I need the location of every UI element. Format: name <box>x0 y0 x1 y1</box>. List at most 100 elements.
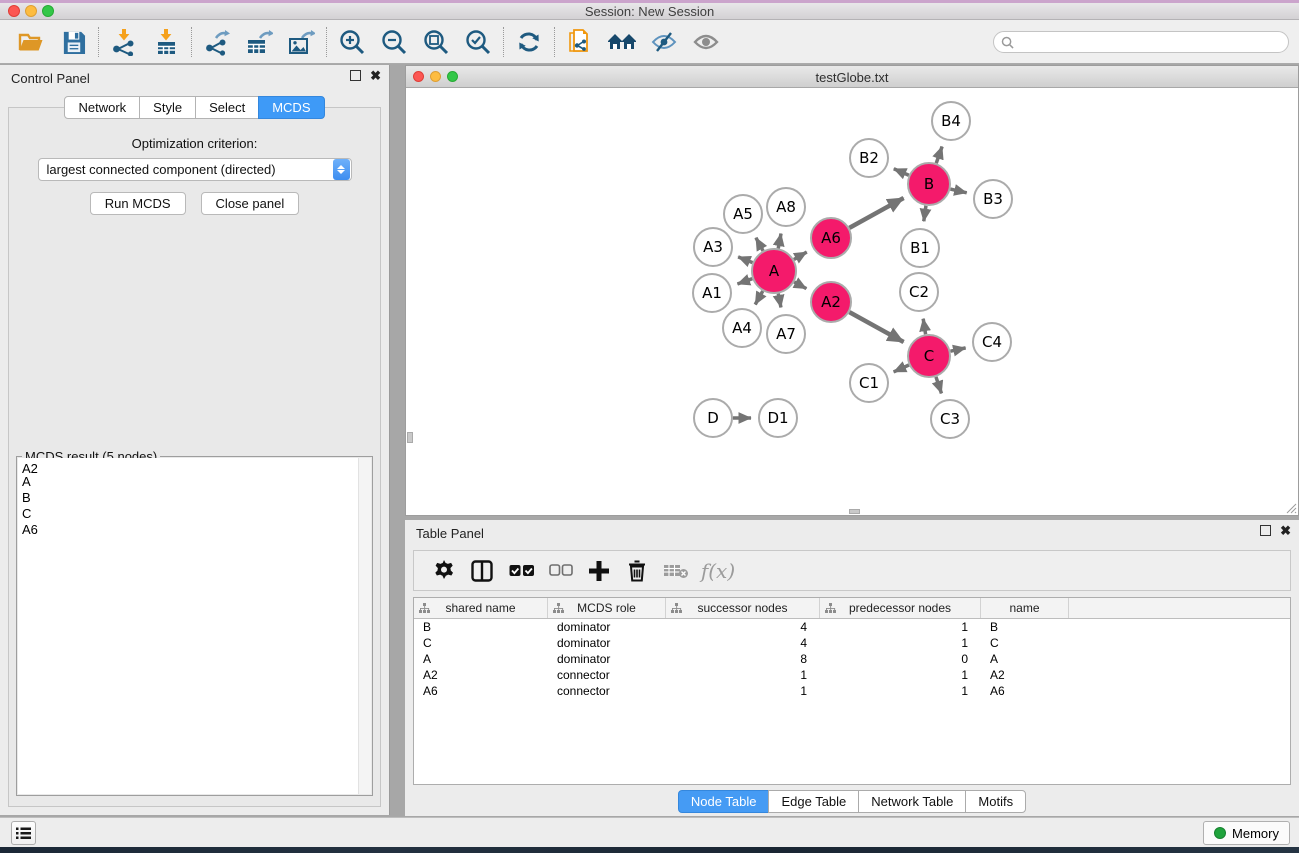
graph-node-C[interactable]: C <box>908 335 950 377</box>
control-tab-mcds[interactable]: MCDS <box>258 96 324 119</box>
tab-edge-table[interactable]: Edge Table <box>768 790 859 813</box>
table-cell[interactable]: dominator <box>548 635 666 651</box>
network-horizontal-scroll-thumb[interactable] <box>849 509 860 514</box>
open-folder-icon[interactable] <box>10 24 52 60</box>
mcds-result-list[interactable]: A2ABCA6 <box>18 458 371 794</box>
export-table-icon[interactable] <box>238 24 280 60</box>
table-row[interactable]: A2connector11A2 <box>414 667 1290 683</box>
float-table-panel-icon[interactable] <box>1260 525 1271 536</box>
graph-node-A2[interactable]: A2 <box>811 282 851 322</box>
graph-node-C1[interactable]: C1 <box>850 364 888 402</box>
graph-edge-C-C3[interactable] <box>936 377 942 394</box>
zoom-fit-icon[interactable] <box>415 24 457 60</box>
import-table-icon[interactable] <box>145 24 187 60</box>
graph-node-B4[interactable]: B4 <box>932 102 970 140</box>
network-vertical-scroll-thumb[interactable] <box>407 432 413 443</box>
memory-button[interactable]: Memory <box>1203 821 1290 845</box>
graph-node-A7[interactable]: A7 <box>767 315 805 353</box>
table-cell[interactable]: connector <box>548 683 666 699</box>
new-session-network-icon[interactable] <box>559 24 601 60</box>
graph-node-C2[interactable]: C2 <box>900 273 938 311</box>
float-panel-icon[interactable] <box>350 70 361 81</box>
graph-node-C3[interactable]: C3 <box>931 400 969 438</box>
graph-node-A1[interactable]: A1 <box>693 274 731 312</box>
zoom-selected-icon[interactable] <box>457 24 499 60</box>
graph-node-A8[interactable]: A8 <box>767 188 805 226</box>
mcds-result-item[interactable]: B <box>18 490 371 506</box>
table-cell[interactable]: dominator <box>548 651 666 667</box>
mcds-result-item[interactable]: A2 <box>18 458 371 474</box>
select-all-checkboxes-icon[interactable] <box>502 556 542 586</box>
table-cell[interactable]: 1 <box>820 683 981 699</box>
table-cell[interactable]: 8 <box>666 651 820 667</box>
graph-edge-A-A3[interactable] <box>738 257 752 263</box>
graph-node-A4[interactable]: A4 <box>723 309 761 347</box>
table-cell[interactable]: 1 <box>820 619 981 635</box>
table-cell[interactable]: A2 <box>981 667 1069 683</box>
delete-table-icon[interactable] <box>656 556 696 586</box>
graph-edge-B-B4[interactable] <box>936 146 942 163</box>
table-cell[interactable]: 1 <box>666 667 820 683</box>
table-cell[interactable]: A6 <box>414 683 548 699</box>
table-row[interactable]: Cdominator41C <box>414 635 1290 651</box>
zoom-out-icon[interactable] <box>373 24 415 60</box>
table-cell[interactable]: dominator <box>548 619 666 635</box>
search-field[interactable] <box>993 31 1289 53</box>
mcds-result-item[interactable]: C <box>18 506 371 522</box>
zoom-in-icon[interactable] <box>331 24 373 60</box>
export-image-icon[interactable] <box>280 24 322 60</box>
graph-edge-A-A5[interactable] <box>756 238 763 251</box>
graph-edge-A-A7[interactable] <box>778 294 781 308</box>
criterion-dropdown[interactable]: largest connected component (directed) <box>38 158 352 181</box>
resize-grip-icon[interactable] <box>1285 502 1297 514</box>
graph-edge-A-A6[interactable] <box>794 252 807 259</box>
column-header-MCDS-role[interactable]: MCDS role <box>548 598 666 618</box>
graph-edge-C-C1[interactable] <box>894 365 909 372</box>
graph-edge-C-C2[interactable] <box>923 319 925 335</box>
graph-edge-A-A8[interactable] <box>778 234 781 249</box>
table-cell[interactable]: A <box>981 651 1069 667</box>
control-tab-select[interactable]: Select <box>195 96 259 119</box>
close-panel-icon[interactable]: ✖ <box>370 70 381 81</box>
table-cell[interactable]: A2 <box>414 667 548 683</box>
tab-motifs[interactable]: Motifs <box>965 790 1026 813</box>
graph-node-B2[interactable]: B2 <box>850 139 888 177</box>
show-graphics-icon[interactable] <box>685 24 727 60</box>
table-cell[interactable]: B <box>981 619 1069 635</box>
mcds-result-item[interactable]: A6 <box>18 522 371 538</box>
graph-edge-B-B2[interactable] <box>894 169 909 176</box>
refresh-icon[interactable] <box>508 24 550 60</box>
table-cell[interactable]: B <box>414 619 548 635</box>
delete-icon[interactable] <box>618 556 656 586</box>
table-cell[interactable]: A6 <box>981 683 1069 699</box>
graph-edge-A2-C[interactable] <box>849 312 903 342</box>
column-header-name[interactable]: name <box>981 598 1069 618</box>
export-network-icon[interactable] <box>196 24 238 60</box>
graph-edge-B-B3[interactable] <box>950 189 966 193</box>
tab-node-table[interactable]: Node Table <box>678 790 770 813</box>
table-cell[interactable]: connector <box>548 667 666 683</box>
control-tab-style[interactable]: Style <box>139 96 196 119</box>
table-cell[interactable]: 1 <box>820 667 981 683</box>
table-row[interactable]: A6connector11A6 <box>414 683 1290 699</box>
table-cell[interactable]: C <box>981 635 1069 651</box>
home-icon[interactable] <box>601 24 643 60</box>
save-icon[interactable] <box>52 24 94 60</box>
run-mcds-button[interactable]: Run MCDS <box>90 192 186 215</box>
column-header-shared-name[interactable]: shared name <box>414 598 548 618</box>
deselect-checkboxes-icon[interactable] <box>542 556 580 586</box>
control-tab-network[interactable]: Network <box>64 96 140 119</box>
mcds-result-item[interactable]: A <box>18 474 371 490</box>
table-cell[interactable]: 4 <box>666 635 820 651</box>
column-header-successor-nodes[interactable]: successor nodes <box>666 598 820 618</box>
table-cell[interactable]: 4 <box>666 619 820 635</box>
graph-edge-A-A4[interactable] <box>755 291 763 304</box>
table-cell[interactable]: A <box>414 651 548 667</box>
table-cell[interactable]: C <box>414 635 548 651</box>
import-network-icon[interactable] <box>103 24 145 60</box>
graph-node-B1[interactable]: B1 <box>901 229 939 267</box>
graph-node-B[interactable]: B <box>908 163 950 205</box>
add-column-icon[interactable] <box>580 556 618 586</box>
graph-node-D1[interactable]: D1 <box>759 399 797 437</box>
graph-node-A6[interactable]: A6 <box>811 218 851 258</box>
